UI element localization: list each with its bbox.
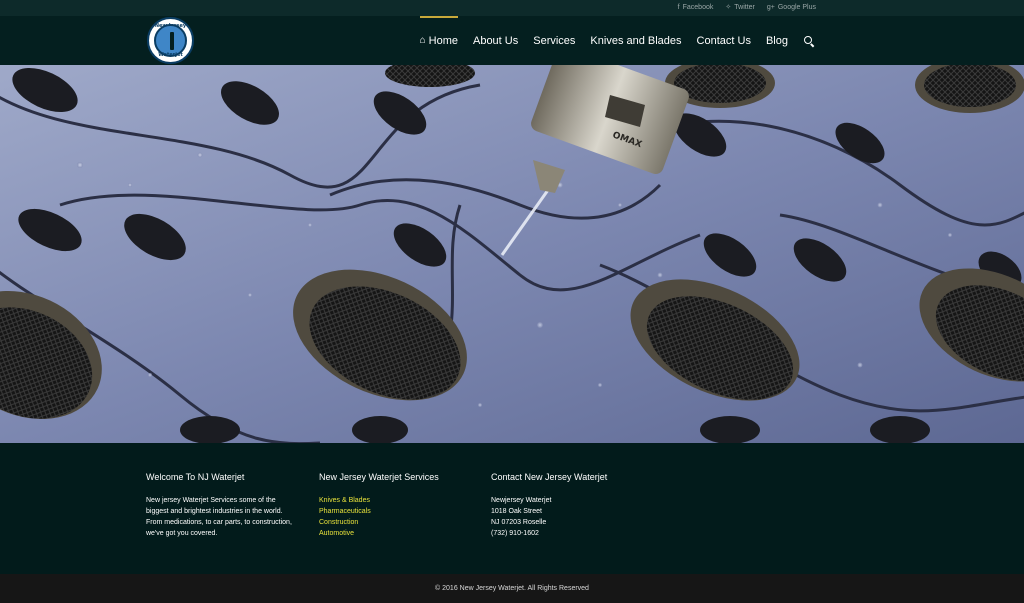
footer-services: New Jersey Waterjet Services Knives & Bl…	[319, 472, 489, 539]
welcome-line: biggest and brightest industries in the …	[146, 508, 283, 515]
logo-nozzle-icon	[170, 32, 174, 50]
facebook-icon: f	[677, 3, 680, 11]
contact-company: Newjersey Waterjet	[491, 497, 552, 504]
facebook-label: Facebook	[682, 3, 714, 11]
search-icon	[803, 35, 815, 47]
welcome-line: we've got you covered.	[146, 530, 218, 537]
logo-text-bottom: Waterjet	[158, 52, 183, 58]
top-bar: f Facebook ✧ Twitter g+ Google Plus	[0, 0, 1024, 16]
nav-item-knives-and-blades[interactable]: Knives and Blades	[590, 16, 681, 65]
waterjet-cutting-illustration: OMAX	[0, 65, 1024, 443]
footer-link-automotive[interactable]: Automotive	[319, 528, 489, 539]
footer-contact: Contact New Jersey Waterjet Newjersey Wa…	[491, 472, 661, 539]
copyright-bar: © 2016 New Jersey Waterjet. All Rights R…	[0, 574, 1024, 603]
nav-item-home[interactable]: ⌂ Home	[419, 16, 459, 65]
nav-label: Home	[428, 34, 458, 47]
footer-link-knives-blades[interactable]: Knives & Blades	[319, 495, 489, 506]
nav-item-contact-us[interactable]: Contact Us	[697, 16, 751, 65]
welcome-line: New jersey Waterjet Services some of the	[146, 497, 276, 504]
google-plus-icon: g+	[766, 3, 775, 11]
search-button[interactable]	[803, 16, 815, 65]
contact-city: NJ 07203 Roselle	[491, 519, 547, 526]
google-plus-label: Google Plus	[777, 3, 816, 11]
twitter-label: Twitter	[734, 3, 755, 11]
facebook-link[interactable]: f Facebook	[678, 3, 714, 11]
site-footer: Welcome To NJ Waterjet New jersey Waterj…	[0, 443, 1024, 574]
welcome-line: From medications, to car parts, to const…	[146, 519, 292, 526]
social-links: f Facebook ✧ Twitter g+ Google Plus	[678, 3, 816, 12]
contact-street: 1018 Oak Street	[491, 508, 542, 515]
nav-item-about-us[interactable]: About Us	[473, 16, 518, 65]
footer-link-construction[interactable]: Construction	[319, 517, 489, 528]
footer-welcome: Welcome To NJ Waterjet New jersey Waterj…	[146, 472, 316, 539]
footer-contact-title: Contact New Jersey Waterjet	[491, 472, 608, 482]
nav-item-services[interactable]: Services	[533, 16, 575, 65]
nav-item-blog[interactable]: Blog	[766, 16, 788, 65]
main-nav: ⌂ Home About Us Services Knives and Blade…	[419, 16, 815, 65]
contact-phone: (732) 910-1602	[491, 530, 539, 537]
footer-services-title: New Jersey Waterjet Services	[319, 472, 439, 482]
home-icon: ⌂	[419, 35, 426, 46]
copyright-text: © 2016 New Jersey Waterjet. All Rights R…	[435, 585, 589, 592]
twitter-icon: ✧	[725, 4, 732, 11]
google-plus-link[interactable]: g+ Google Plus	[767, 3, 816, 11]
footer-welcome-text: New jersey Waterjet Services some of the…	[146, 495, 316, 539]
twitter-link[interactable]: ✧ Twitter	[725, 3, 755, 12]
site-header: New Jersey Waterjet ⌂Home About Us Servi…	[0, 16, 1024, 65]
hero-image: OMAX	[0, 65, 1024, 443]
footer-link-pharmaceuticals[interactable]: Pharmaceuticals	[319, 506, 489, 517]
site-logo[interactable]: New Jersey Waterjet	[147, 17, 194, 64]
footer-welcome-title: Welcome To NJ Waterjet	[146, 472, 245, 482]
